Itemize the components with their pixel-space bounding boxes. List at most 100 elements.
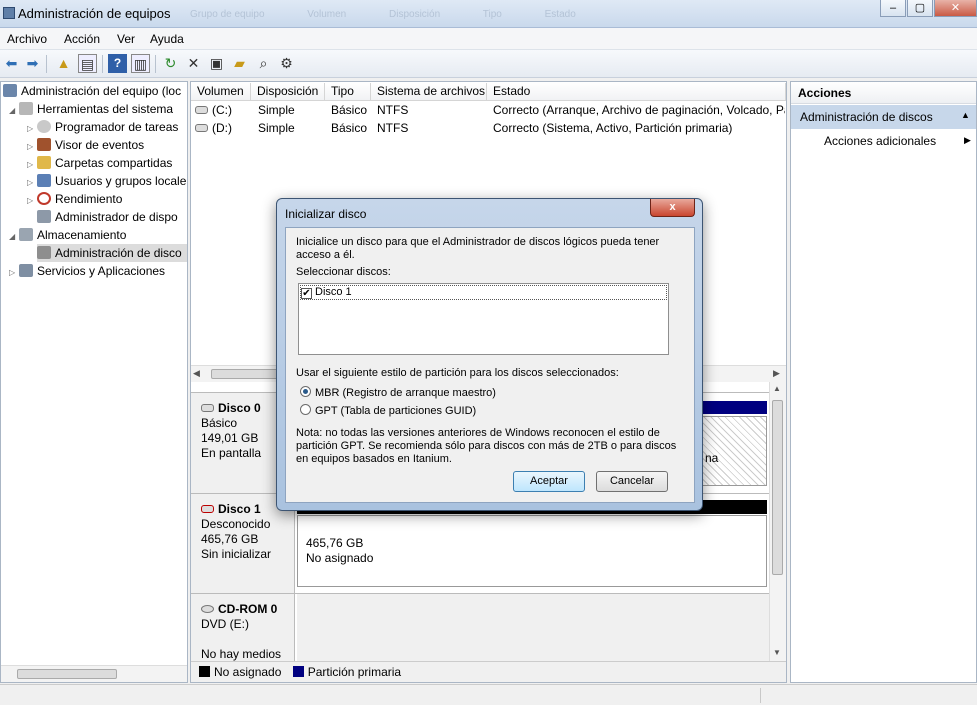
disk-size: 465,76 GB [201, 532, 259, 546]
forward-arrow-icon[interactable]: ➡ [23, 54, 42, 73]
radio-button[interactable] [300, 386, 311, 397]
dialog-body: Inicialice un disco para que el Administ… [285, 227, 695, 503]
volume-status: Correcto (Arranque, Archivo de paginació… [493, 103, 785, 117]
menu-accion[interactable]: Acción [64, 32, 100, 46]
tree-item-carpetas[interactable]: ▷ Carpetas compartidas [27, 154, 172, 172]
app-icon [3, 7, 15, 19]
tree-item-servicios[interactable]: ▷ Servicios y Aplicaciones [9, 262, 165, 280]
disk-row-cdrom-0[interactable]: CD-ROM 0 DVD (E:) No hay medios [191, 593, 769, 662]
menu-ver[interactable]: Ver [117, 32, 135, 46]
storage-icon [19, 228, 33, 241]
dialog-note: Nota: no todas las versiones anteriores … [296, 427, 677, 465]
volume-name: (C:) [212, 103, 232, 117]
disk-warning-icon [201, 505, 214, 513]
action-pane-icon[interactable]: ▥ [131, 54, 150, 73]
up-folder-icon[interactable]: ▲ [54, 54, 73, 73]
ghost-tab: Grupo de equipo [190, 9, 265, 20]
actions-item-label: Acciones adicionales [824, 134, 937, 148]
back-arrow-icon[interactable]: ⬅ [2, 54, 21, 73]
tree-item-rendimiento[interactable]: ▷ Rendimiento [27, 190, 122, 208]
expand-arrow-icon[interactable]: ▷ [27, 120, 37, 136]
volume-disk-icon [195, 124, 208, 132]
checkbox[interactable]: ✔ [301, 288, 312, 299]
scroll-thumb[interactable] [17, 669, 117, 679]
refresh-icon[interactable]: ↻ [161, 54, 180, 73]
tree-item-label: Almacenamiento [37, 228, 127, 242]
expand-arrow-icon[interactable]: ▷ [9, 264, 19, 280]
collapse-arrow-icon[interactable]: ◢ [9, 228, 19, 244]
partition-block[interactable]: na [701, 416, 767, 486]
column-header-disposicion[interactable]: Disposición [251, 83, 325, 101]
unallocated-partition[interactable]: 465,76 GB No asignado [297, 515, 767, 587]
properties-icon[interactable]: ▣ [207, 54, 226, 73]
collapse-up-icon[interactable]: ▲ [961, 110, 970, 120]
scroll-thumb[interactable] [772, 400, 783, 575]
expand-arrow-icon[interactable]: ▷ [27, 174, 37, 190]
column-header-estado[interactable]: Estado [487, 83, 786, 101]
disk-list-item[interactable]: ✔ Disco 1 [300, 285, 667, 300]
legend-swatch-unallocated [199, 666, 210, 677]
scroll-right-icon[interactable]: ▶ [773, 368, 780, 379]
disk-management-icon [37, 246, 51, 259]
ghost-tab: Tipo [482, 9, 502, 20]
column-header-tipo[interactable]: Tipo [325, 83, 371, 101]
tree-item-visor[interactable]: ▷ Visor de eventos [27, 136, 144, 154]
cancel-button[interactable]: Cancelar [596, 471, 668, 492]
partition-status: No asignado [306, 551, 374, 565]
open-folder-icon[interactable]: ▰ [230, 54, 249, 73]
actions-item-additional[interactable]: Acciones adicionales ▶ [824, 134, 974, 148]
radio-button[interactable] [300, 404, 311, 415]
performance-icon [37, 192, 51, 205]
volume-disk-icon [195, 106, 208, 114]
tree-root[interactable]: Administración del equipo (loc [3, 82, 181, 100]
disk-list-item-label: Disco 1 [315, 286, 352, 298]
collapse-arrow-icon[interactable]: ◢ [9, 102, 19, 118]
toolbar: ⬅ ➡ ▲ ▤ ? ▥ ↻ ✕ ▣ ▰ ⌕ ⚙ [0, 50, 977, 78]
partition-size: 465,76 GB [306, 536, 364, 550]
disk-name: Disco 1 [218, 502, 261, 516]
search-icon[interactable]: ⌕ [254, 54, 273, 73]
help-icon[interactable]: ? [108, 54, 127, 73]
disk-view-vertical-scrollbar[interactable]: ▲ ▼ [769, 382, 786, 661]
menu-ayuda[interactable]: Ayuda [150, 32, 184, 46]
tree-item-programador[interactable]: ▷ Programador de tareas [27, 118, 178, 136]
menu-archivo[interactable]: Archivo [7, 32, 47, 46]
tree-item-administrador-dispositivos[interactable]: Administrador de dispo [37, 208, 178, 226]
expand-arrow-icon[interactable]: ▷ [27, 138, 37, 154]
scroll-down-icon[interactable]: ▼ [773, 648, 781, 657]
tree-item-label: Administrador de dispo [55, 210, 178, 224]
tree-root-label: Administración del equipo (loc [21, 84, 182, 98]
column-header-sistema-archivos[interactable]: Sistema de archivos [371, 83, 487, 101]
dialog-close-button[interactable]: x [650, 199, 695, 217]
radio-mbr[interactable]: MBR (Registro de arranque maestro) [300, 386, 496, 400]
ghost-tab: Volumen [307, 9, 347, 20]
scroll-left-icon[interactable]: ◀ [193, 368, 200, 379]
tree-horizontal-scrollbar[interactable] [1, 665, 187, 682]
status-bar [0, 684, 977, 705]
volume-filesystem: NTFS [377, 103, 409, 117]
delete-icon[interactable]: ✕ [184, 54, 203, 73]
maximize-button[interactable]: ▢ [907, 0, 933, 17]
show-tree-icon[interactable]: ▤ [78, 54, 97, 73]
shared-folder-icon [37, 156, 51, 169]
partition-bar [701, 401, 767, 414]
tree-item-usuarios[interactable]: ▷ Usuarios y grupos locale [27, 172, 186, 190]
disk-list[interactable]: ✔ Disco 1 [298, 283, 669, 355]
column-header-volumen[interactable]: Volumen [191, 83, 251, 101]
close-button[interactable]: ✕ [934, 0, 977, 17]
tree-item-label: Programador de tareas [55, 120, 179, 134]
device-manager-icon [37, 210, 51, 223]
expand-arrow-icon[interactable]: ▷ [27, 156, 37, 172]
actions-section-disk-management[interactable]: Administración de discos ▲ [791, 105, 976, 129]
ok-button[interactable]: Aceptar [513, 471, 585, 492]
expand-arrow-icon[interactable]: ▷ [27, 192, 37, 208]
settings-icon[interactable]: ⚙ [277, 54, 296, 73]
actions-pane: Acciones Administración de discos ▲ Acci… [790, 81, 977, 683]
tree-item-almacenamiento[interactable]: ◢ Almacenamiento [9, 226, 126, 244]
disk-icon [201, 404, 214, 412]
scroll-up-icon[interactable]: ▲ [773, 384, 781, 393]
tree-item-herramientas[interactable]: ◢ Herramientas del sistema [9, 100, 173, 118]
tree-item-administracion-discos[interactable]: Administración de disco [37, 244, 187, 262]
radio-gpt[interactable]: GPT (Tabla de particiones GUID) [300, 404, 476, 418]
minimize-button[interactable]: – [880, 0, 906, 17]
